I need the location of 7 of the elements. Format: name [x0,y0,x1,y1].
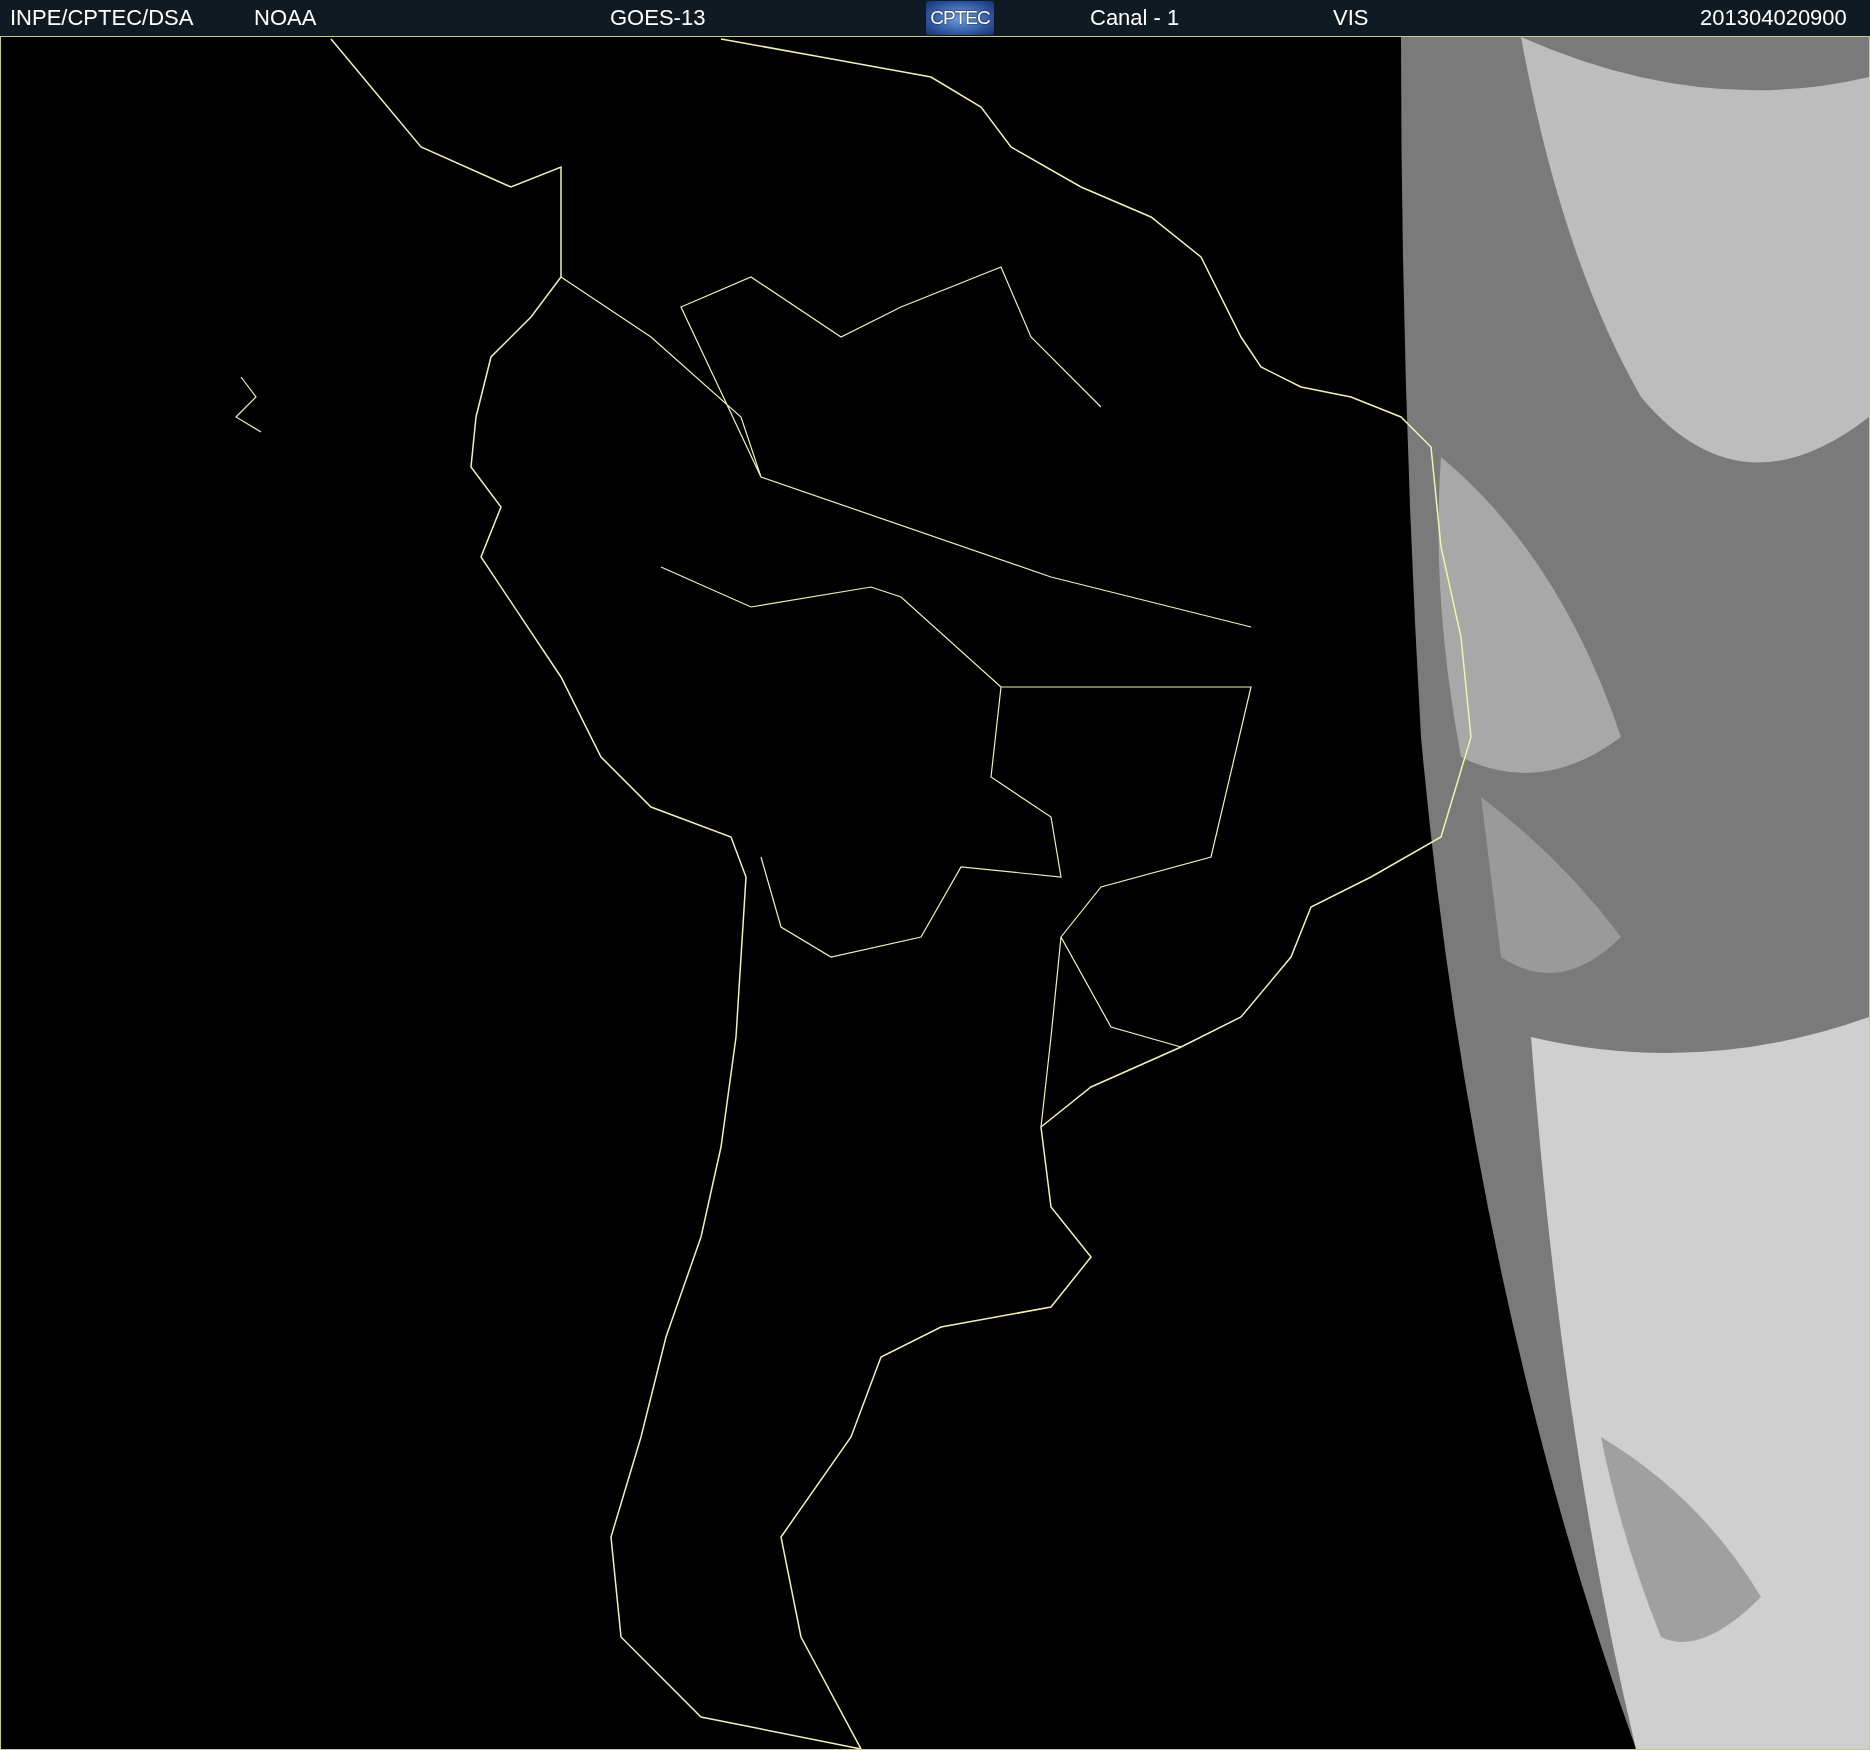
logo: CPTEC [926,1,994,35]
band-label: VIS [1333,5,1369,31]
timestamp-label: 201304020900 [1700,5,1848,31]
agency-label: INPE/CPTEC/DSA [10,5,194,31]
source-label: NOAA [254,5,317,31]
satellite-label: GOES-13 [610,5,706,31]
channel-label: Canal - 1 [1090,5,1180,31]
